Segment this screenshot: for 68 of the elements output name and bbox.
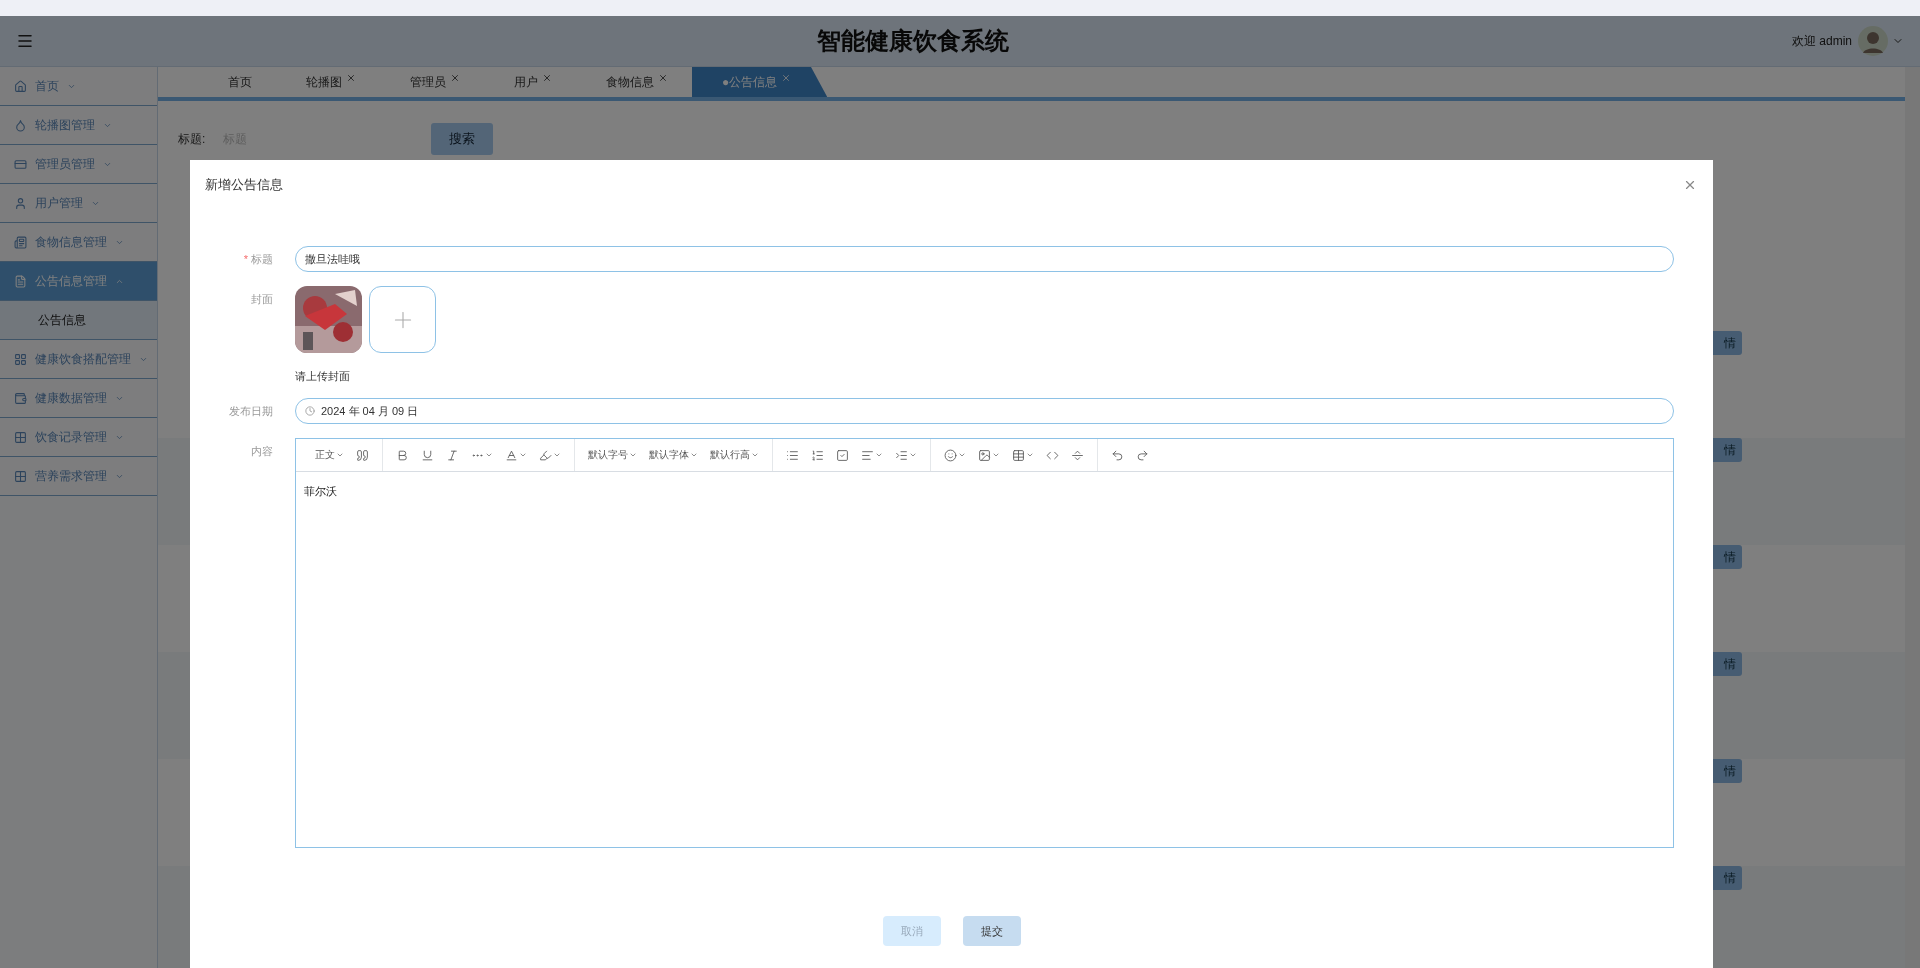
grid-icon xyxy=(14,430,27,444)
search-label: 标题: xyxy=(178,130,206,148)
rich-text-editor[interactable]: 正文 默认字号 默认字体 默认行高 菲尔沃 xyxy=(295,438,1674,848)
quote-icon xyxy=(356,448,369,462)
italic-icon xyxy=(446,448,459,462)
droplet-icon xyxy=(14,118,27,132)
card-icon xyxy=(14,157,27,171)
underline-icon xyxy=(421,448,434,462)
caret-icon xyxy=(690,451,698,459)
submit-button[interactable]: 提交 xyxy=(962,916,1021,946)
user-icon xyxy=(14,196,27,210)
field-label: * 标题 xyxy=(242,252,274,267)
menu-icon[interactable] xyxy=(16,32,34,50)
close-icon[interactable] xyxy=(658,73,668,83)
newspaper-icon xyxy=(14,235,27,249)
editor-text: 菲尔沃 xyxy=(303,484,338,499)
search-button[interactable]: 搜索 xyxy=(431,123,494,155)
table-icon xyxy=(1012,448,1025,462)
tab[interactable]: 首页 xyxy=(198,67,276,97)
emoji-icon xyxy=(944,448,957,462)
grid-icon xyxy=(14,352,27,366)
field-label: 发布日期 xyxy=(228,404,274,419)
grid-icon xyxy=(14,469,27,483)
bullet-list-icon xyxy=(786,448,799,462)
close-icon[interactable] xyxy=(346,73,356,83)
sidebar-item[interactable]: 公告信息管理 xyxy=(0,262,157,301)
dialog-title: 新增公告信息 xyxy=(205,176,283,194)
avatar-icon[interactable] xyxy=(1858,26,1888,56)
close-icon[interactable] xyxy=(450,73,460,83)
tab[interactable]: 食物信息 xyxy=(576,67,692,97)
document-icon xyxy=(14,274,27,288)
field-label: 内容 xyxy=(250,444,274,459)
highlighter-icon xyxy=(539,448,552,462)
tab[interactable]: ●公告信息 xyxy=(692,67,828,97)
wallet-icon xyxy=(14,391,27,405)
cancel-button[interactable]: 取消 xyxy=(882,916,941,946)
tab[interactable]: 管理员 xyxy=(380,67,484,97)
welcome-text: 欢迎 admin xyxy=(1791,32,1852,50)
toolbar-dropdown[interactable]: 默认行高 xyxy=(705,443,764,467)
divider-icon xyxy=(1071,448,1084,462)
clock-icon xyxy=(305,406,315,416)
caret-icon xyxy=(629,451,637,459)
image-icon xyxy=(978,448,991,462)
redo-icon xyxy=(1136,448,1149,462)
upload-button[interactable] xyxy=(369,286,436,353)
home-icon xyxy=(14,79,27,93)
font-color-icon xyxy=(505,448,518,462)
toolbar-dropdown[interactable]: 正文 xyxy=(310,443,349,467)
toolbar-dropdown[interactable]: 默认字号 xyxy=(583,443,642,467)
checkbox-icon xyxy=(836,448,849,462)
sidebar-subitem[interactable]: 公告信息 xyxy=(0,301,157,340)
close-icon[interactable] xyxy=(542,73,552,83)
upload-hint: 请上传封面 xyxy=(295,369,351,384)
field-label: 封面 xyxy=(250,292,274,307)
indent-icon xyxy=(895,448,908,462)
tab[interactable]: 轮播图 xyxy=(276,67,380,97)
close-icon[interactable] xyxy=(781,73,792,83)
scrollbar[interactable] xyxy=(1905,67,1920,968)
toolbar-dropdown[interactable]: 默认字体 xyxy=(644,443,703,467)
app-title: 智能健康饮食系统 xyxy=(816,26,1010,56)
undo-icon xyxy=(1111,448,1124,462)
bold-icon xyxy=(396,448,409,462)
close-icon[interactable] xyxy=(1683,178,1697,192)
align-icon xyxy=(861,448,874,462)
numbered-list-icon xyxy=(811,448,824,462)
caret-icon xyxy=(336,451,344,459)
caret-icon xyxy=(751,451,759,459)
tab[interactable]: 用户 xyxy=(484,67,576,97)
